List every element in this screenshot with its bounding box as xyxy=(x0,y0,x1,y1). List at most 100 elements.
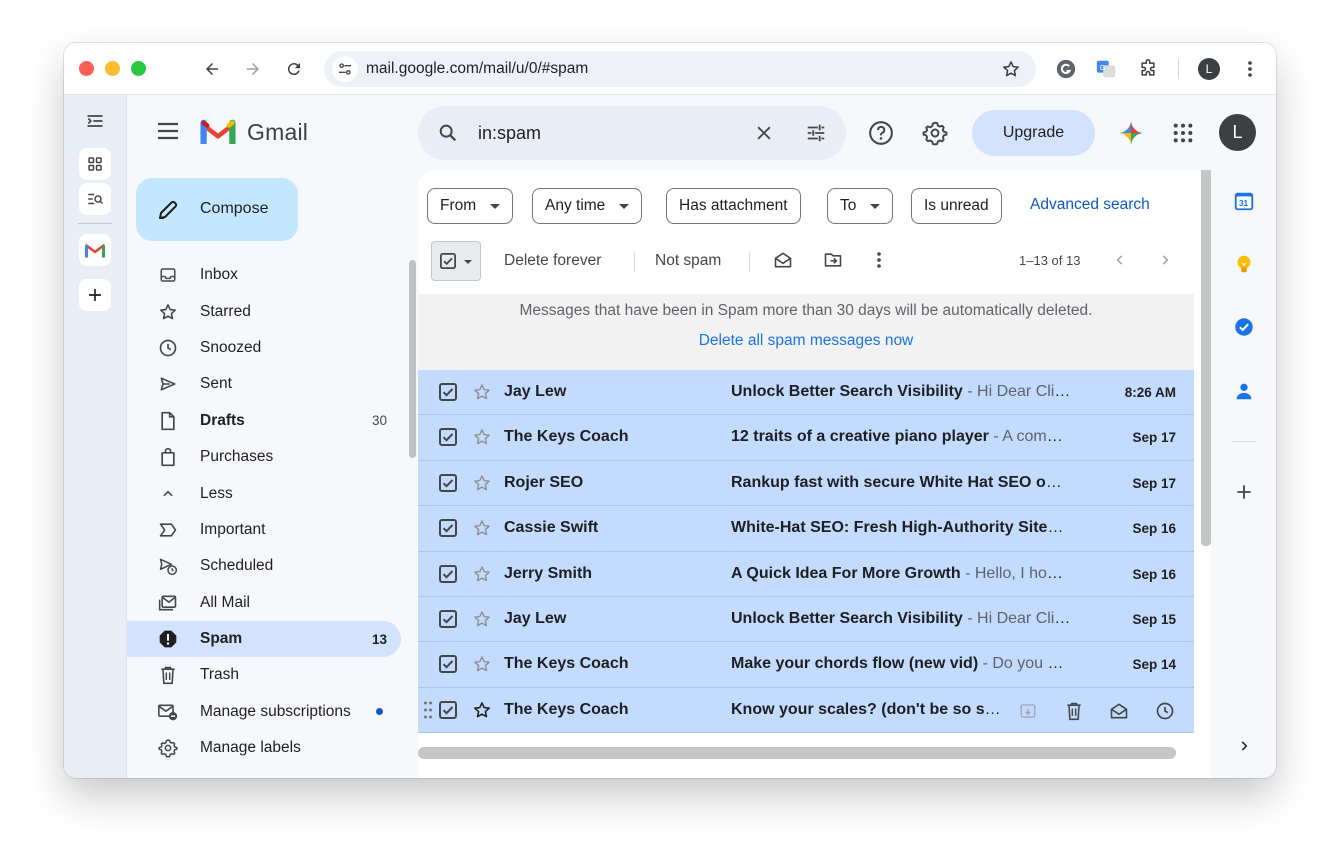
contacts-app-button[interactable] xyxy=(1230,377,1258,405)
delete-all-spam-link[interactable]: Delete all spam messages now xyxy=(418,332,1194,350)
delete-button[interactable] xyxy=(1063,700,1085,722)
sidebar-item-important[interactable]: Important xyxy=(127,512,401,548)
checked-checkbox-icon[interactable] xyxy=(439,519,457,538)
minimize-window-button[interactable] xyxy=(105,61,120,76)
filter-from-chip[interactable]: From xyxy=(427,188,514,224)
sidebar-item-scheduled[interactable]: Scheduled xyxy=(127,548,401,584)
star-icon[interactable] xyxy=(472,382,492,402)
forward-button[interactable] xyxy=(240,56,266,82)
account-avatar[interactable]: L xyxy=(1219,114,1256,151)
sidebar-item-sent[interactable]: Sent xyxy=(127,366,401,402)
sidebar-item-drafts[interactable]: Drafts 30 xyxy=(127,403,401,439)
browser-menu-icon[interactable] xyxy=(1240,57,1260,81)
newer-button[interactable] xyxy=(1108,248,1132,272)
star-icon[interactable] xyxy=(472,654,492,674)
email-row[interactable]: Rojer SEO Rankup fast with secure White … xyxy=(418,460,1194,507)
extensions-puzzle-icon[interactable] xyxy=(1136,57,1160,81)
gemini-button[interactable] xyxy=(1117,119,1145,147)
sidebar-item-trash[interactable]: Trash xyxy=(127,657,401,693)
back-button[interactable] xyxy=(199,56,225,82)
google-apps-button[interactable] xyxy=(1169,119,1197,147)
site-info-icon[interactable] xyxy=(332,56,358,82)
star-icon[interactable] xyxy=(472,473,492,493)
upgrade-button[interactable]: Upgrade xyxy=(972,110,1095,156)
email-row-hovered[interactable]: The Keys Coach Know your scales? (don't … xyxy=(418,687,1194,734)
filter-has-attachment-chip[interactable]: Has attachment xyxy=(666,188,801,224)
checked-checkbox-icon[interactable] xyxy=(439,655,457,674)
snooze-button[interactable] xyxy=(1154,700,1176,722)
gmail-logo[interactable] xyxy=(200,116,236,149)
star-icon[interactable] xyxy=(472,700,492,720)
star-icon[interactable] xyxy=(472,609,492,629)
tasks-app-button[interactable] xyxy=(1230,313,1258,341)
add-app-button[interactable] xyxy=(79,279,111,311)
checked-checkbox-icon[interactable] xyxy=(439,700,457,719)
not-spam-button[interactable]: Not spam xyxy=(655,252,721,270)
email-row[interactable]: Jay Lew Unlock Better Search Visibility … xyxy=(418,370,1194,416)
get-addons-button[interactable] xyxy=(1230,478,1258,506)
sidebar-item-starred[interactable]: Starred xyxy=(127,293,401,329)
sidebar-item-manage-labels[interactable]: Manage labels xyxy=(127,730,401,766)
address-bar[interactable]: mail.google.com/mail/u/0/#spam xyxy=(324,51,1036,87)
email-row[interactable]: Jay Lew Unlock Better Search Visibility … xyxy=(418,596,1194,643)
sidebar-item-spam[interactable]: Spam 13 xyxy=(127,620,401,658)
checked-checkbox-icon[interactable] xyxy=(439,564,457,583)
mark-read-button[interactable] xyxy=(1108,700,1130,722)
search-icon[interactable] xyxy=(436,121,460,145)
sidebar-item-inbox[interactable]: Inbox xyxy=(127,257,401,293)
filter-any-time-chip[interactable]: Any time xyxy=(532,188,643,224)
search-list-button[interactable] xyxy=(79,183,111,215)
settings-button[interactable] xyxy=(921,119,949,147)
reload-button[interactable] xyxy=(281,56,307,82)
checked-checkbox-icon[interactable] xyxy=(439,428,457,447)
search-options-icon[interactable] xyxy=(804,121,828,145)
grammarly-extension-icon[interactable] xyxy=(1054,57,1078,81)
email-row[interactable]: Cassie Swift White-Hat SEO: Fresh High-A… xyxy=(418,506,1194,552)
gmail-app-button[interactable] xyxy=(79,234,111,266)
close-window-button[interactable] xyxy=(79,61,94,76)
show-side-panel-button[interactable] xyxy=(1230,732,1258,760)
apps-grid-button[interactable] xyxy=(79,148,111,180)
email-row[interactable]: The Keys Coach 12 traits of a creative p… xyxy=(418,415,1194,461)
expand-rail-button[interactable] xyxy=(79,105,111,137)
checked-checkbox-icon[interactable] xyxy=(439,473,457,492)
checked-checkbox-icon[interactable] xyxy=(439,609,457,628)
search-input[interactable] xyxy=(478,120,738,146)
filter-is-unread-chip[interactable]: Is unread xyxy=(911,188,1002,224)
star-icon[interactable] xyxy=(472,518,492,538)
mark-as-read-button[interactable] xyxy=(771,248,795,272)
mail-list-scrollbar[interactable] xyxy=(1201,170,1211,546)
horizontal-scrollbar[interactable] xyxy=(418,747,1176,759)
filter-to-chip[interactable]: To xyxy=(827,188,894,224)
email-row[interactable]: The Keys Coach Make your chords flow (ne… xyxy=(418,642,1194,688)
advanced-search-link[interactable]: Advanced search xyxy=(1030,196,1150,214)
keep-app-button[interactable] xyxy=(1230,250,1258,278)
sidebar-item-less[interactable]: Less xyxy=(127,475,401,511)
move-to-button[interactable] xyxy=(821,248,845,272)
search-bar[interactable] xyxy=(418,106,846,160)
support-button[interactable] xyxy=(867,119,895,147)
browser-profile-avatar[interactable]: L xyxy=(1198,58,1220,80)
star-icon[interactable] xyxy=(472,427,492,447)
drag-handle-icon[interactable] xyxy=(423,700,433,720)
select-all-dropdown[interactable] xyxy=(431,241,481,281)
bookmark-star-icon[interactable] xyxy=(1000,58,1022,80)
checked-checkbox-icon[interactable] xyxy=(439,383,457,401)
more-actions-button[interactable] xyxy=(867,248,891,272)
delete-forever-button[interactable]: Delete forever xyxy=(504,252,601,270)
sidebar-item-manage-subscriptions[interactable]: Manage subscriptions xyxy=(127,694,401,730)
sidebar-scrollbar[interactable] xyxy=(409,260,416,458)
translate-extension-icon[interactable]: G xyxy=(1094,57,1118,81)
sidebar-item-snoozed[interactable]: Snoozed xyxy=(127,330,401,366)
sidebar-item-purchases[interactable]: Purchases xyxy=(127,439,401,475)
main-menu-button[interactable] xyxy=(154,117,182,145)
calendar-app-button[interactable]: 31 xyxy=(1230,187,1258,215)
compose-button[interactable]: Compose xyxy=(136,178,298,241)
maximize-window-button[interactable] xyxy=(131,61,146,76)
sidebar-item-all-mail[interactable]: All Mail xyxy=(127,585,401,621)
archive-button[interactable] xyxy=(1017,700,1039,722)
email-row[interactable]: Jerry Smith A Quick Idea For More Growth… xyxy=(418,551,1194,597)
clear-search-icon[interactable] xyxy=(752,121,776,145)
star-icon[interactable] xyxy=(472,564,492,584)
older-button[interactable] xyxy=(1153,248,1177,272)
